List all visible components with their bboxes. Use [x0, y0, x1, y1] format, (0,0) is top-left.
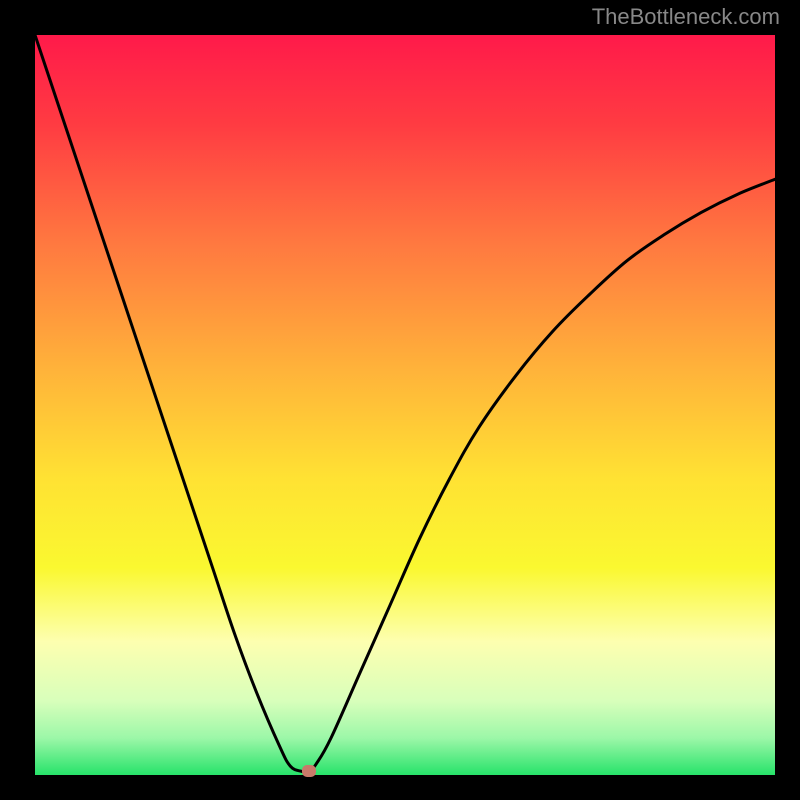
optimum-marker — [302, 765, 316, 777]
bottleneck-curve — [35, 35, 775, 775]
plot-area — [35, 35, 775, 775]
watermark-text: TheBottleneck.com — [592, 4, 780, 30]
